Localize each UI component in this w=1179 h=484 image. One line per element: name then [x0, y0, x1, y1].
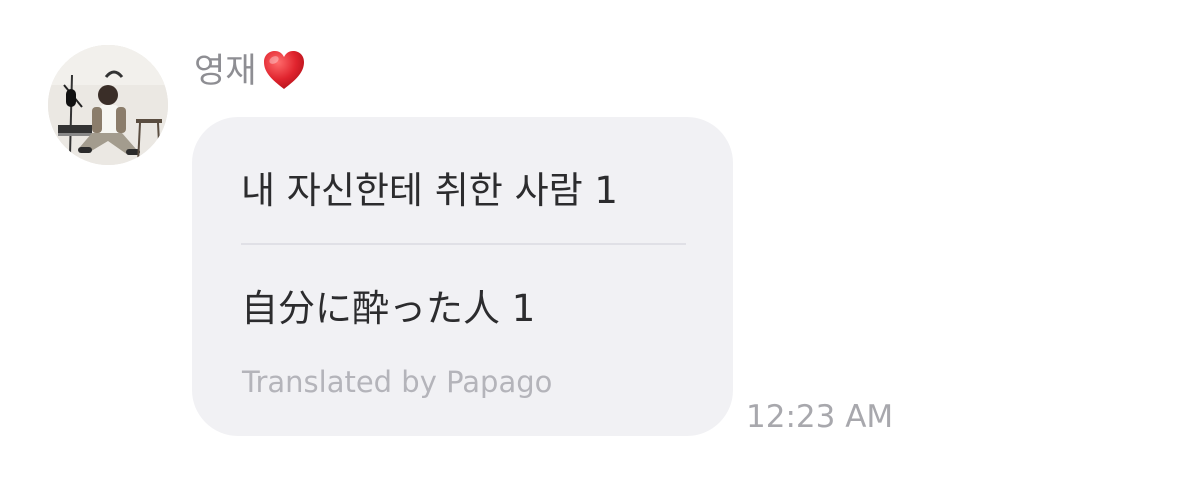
translation-divider — [241, 243, 686, 245]
red-heart-icon — [261, 48, 307, 94]
message-bubble[interactable]: 내 자신한테 취한 사람 1 自分に酔った人 1 Translated by P… — [192, 117, 733, 436]
message-timestamp: 12:23 AM — [746, 399, 894, 435]
translation-attribution: Translated by Papago — [242, 365, 553, 399]
sender-header: 영재 — [194, 46, 307, 96]
sender-name[interactable]: 영재 — [194, 46, 257, 96]
avatar[interactable] — [48, 45, 168, 165]
avatar-photo — [48, 45, 168, 165]
translated-message-text: 自分に酔った人 1 — [241, 287, 536, 330]
original-message-text: 내 자신한테 취한 사람 1 — [241, 169, 618, 212]
